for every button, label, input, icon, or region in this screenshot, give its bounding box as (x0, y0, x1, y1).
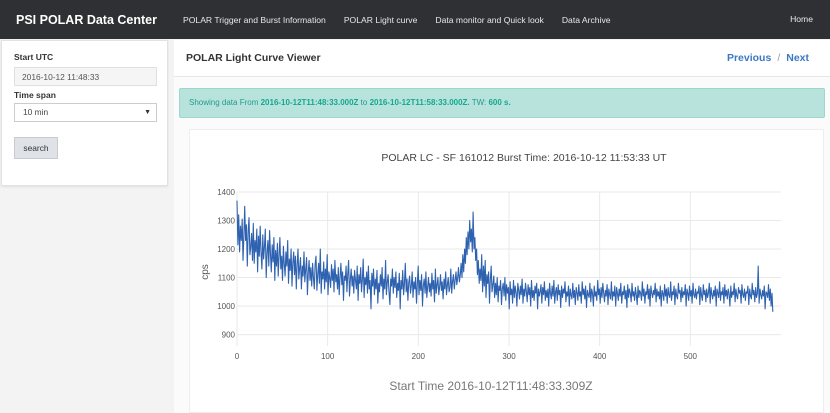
x-tick-label: 100 (321, 352, 335, 361)
start-utc-label: Start UTC (14, 52, 54, 62)
nav-link-light-curve[interactable]: POLAR Light curve (344, 15, 418, 25)
y-tick-label: 1100 (218, 274, 236, 283)
search-button[interactable]: search (14, 137, 58, 159)
y-tick-label: 900 (222, 331, 236, 340)
alert-middle: to (358, 98, 370, 107)
light-curve-chart[interactable]: POLAR LC - SF 161012 Burst Time: 2016-10… (190, 130, 825, 413)
main-panel: POLAR Light Curve Viewer Previous / Next S… (174, 40, 830, 413)
top-navbar: PSI POLAR Data Center POLAR Trigger and … (0, 0, 830, 39)
alert-prefix: Showing data From (189, 98, 261, 107)
light-curve-series-line (236, 200, 774, 312)
alert-tw-label: TW: (469, 98, 489, 107)
chart-title: POLAR LC - SF 161012 Burst Time: 2016-10… (381, 152, 667, 164)
x-tick-label: 200 (412, 352, 426, 361)
time-span-select[interactable]: 10 min ▼ (14, 103, 157, 122)
nav-links: POLAR Trigger and Burst Information POLA… (173, 15, 620, 25)
chevron-down-icon: ▼ (144, 109, 151, 116)
search-form-card: Start UTC Time span 10 min ▼ search (1, 40, 168, 186)
y-tick-label: 1400 (217, 188, 235, 197)
page-title: POLAR Light Curve Viewer (186, 52, 321, 64)
next-link[interactable]: Next (786, 52, 809, 64)
y-axis-label: cps (200, 264, 211, 280)
pager-separator: / (777, 52, 781, 64)
data-range-alert: Showing data From 2016-10-12T11:48:33.00… (179, 88, 825, 118)
brand-title[interactable]: PSI POLAR Data Center (0, 13, 173, 27)
time-span-value: 10 min (23, 107, 49, 117)
pager: Previous / Next (727, 52, 809, 64)
x-tick-label: 500 (684, 352, 698, 361)
nav-link-trigger-burst[interactable]: POLAR Trigger and Burst Information (183, 15, 326, 25)
x-tick-label: 300 (502, 352, 516, 361)
nav-link-home[interactable]: Home (790, 0, 813, 39)
light-curve-chart-card: POLAR LC - SF 161012 Burst Time: 2016-10… (189, 129, 824, 413)
x-axis-label: Start Time 2016-10-12T11:48:33.309Z (389, 379, 592, 393)
y-tick-label: 1200 (217, 245, 235, 254)
y-tick-label: 1000 (217, 302, 235, 311)
x-tick-label: 0 (235, 352, 240, 361)
x-tick-label: 400 (593, 352, 607, 361)
page-header: POLAR Light Curve Viewer Previous / Next (174, 40, 830, 77)
alert-to-time: 2016-10-12T11:58:33.000Z. (369, 98, 470, 107)
time-span-label: Time span (14, 90, 56, 100)
nav-link-data-monitor[interactable]: Data monitor and Quick look (435, 15, 543, 25)
nav-link-data-archive[interactable]: Data Archive (562, 15, 611, 25)
previous-link[interactable]: Previous (727, 52, 771, 64)
start-utc-input[interactable] (14, 67, 157, 86)
y-tick-label: 1300 (217, 217, 235, 226)
alert-tw-value: 600 s. (488, 98, 511, 107)
alert-from-time: 2016-10-12T11:48:33.000Z (260, 98, 359, 107)
